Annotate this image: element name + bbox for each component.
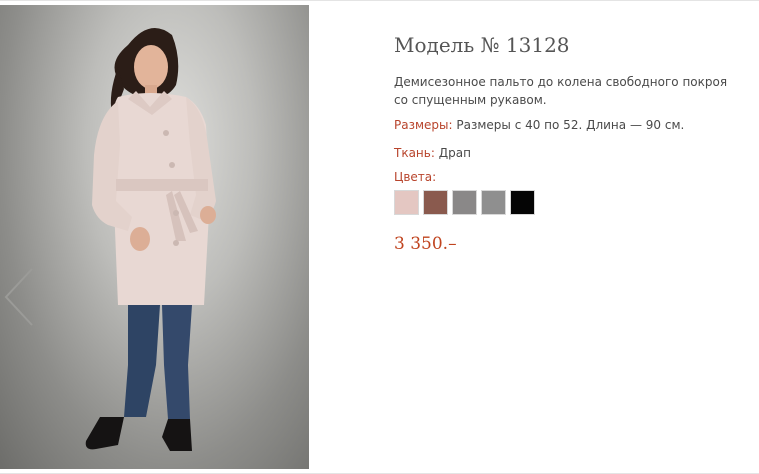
chevron-left-icon <box>4 268 33 326</box>
sizes-label: Размеры: <box>394 118 453 132</box>
product-photo <box>0 5 309 469</box>
fabric-value: Драп <box>438 146 471 160</box>
color-swatch-gray[interactable] <box>481 190 506 215</box>
model-illustration <box>85 27 216 451</box>
color-swatch-black[interactable] <box>510 190 535 215</box>
gallery-prev-button[interactable] <box>2 267 36 327</box>
color-swatches <box>394 190 535 215</box>
sizes-value: Размеры с 40 по 52. Длина — 90 см. <box>456 118 685 132</box>
fabric-row: Ткань: Драп <box>394 145 471 161</box>
fabric-label: Ткань: <box>394 146 435 160</box>
colors-label: Цвета: <box>394 170 437 184</box>
color-swatch-gray-melange[interactable] <box>452 190 477 215</box>
product-price: 3 350.– <box>394 234 457 254</box>
colors-row: Цвета: <box>394 169 436 185</box>
color-swatch-powder-pink[interactable] <box>394 190 419 215</box>
product-title: Модель № 13128 <box>394 33 570 57</box>
product-description: Демисезонное пальто до колена свободного… <box>394 75 728 107</box>
sizes-row: Размеры: Размеры с 40 по 52. Длина — 90 … <box>394 117 684 133</box>
color-swatch-brown-melange[interactable] <box>423 190 448 215</box>
